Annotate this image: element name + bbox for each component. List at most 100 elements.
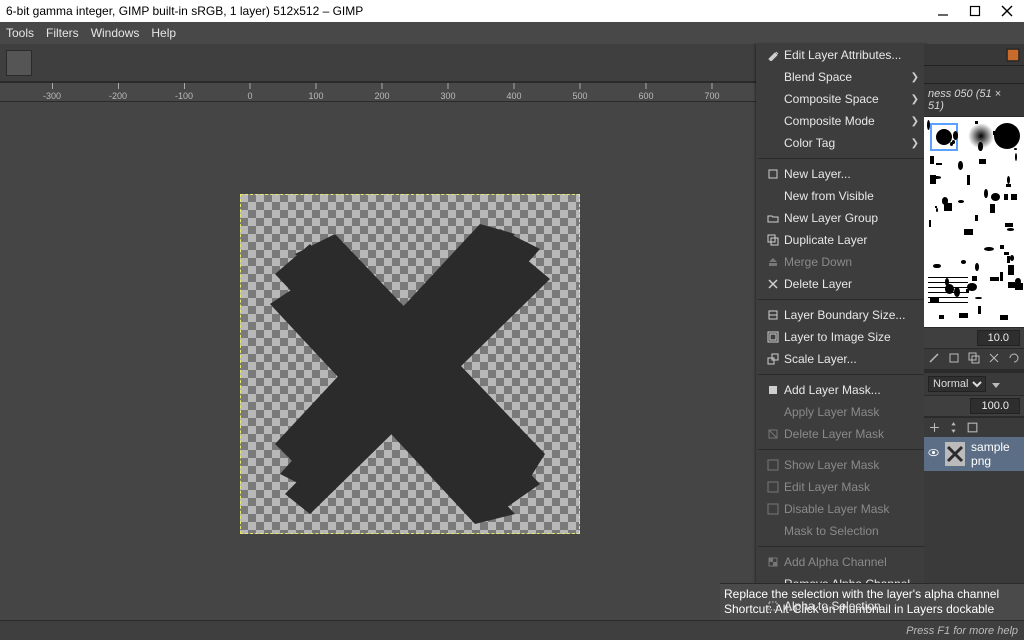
- menu-item-label: Mask to Selection: [782, 524, 919, 538]
- folder-icon: [764, 212, 782, 224]
- menu-item-composite-space[interactable]: Composite Space❯: [756, 88, 927, 110]
- brush-thumb-icon: [1004, 194, 1008, 200]
- menu-item-new-layer-group[interactable]: New Layer Group: [756, 207, 927, 229]
- menu-item-duplicate-layer[interactable]: Duplicate Layer: [756, 229, 927, 251]
- fit-icon: [764, 331, 782, 343]
- brush-palette-aux-icon[interactable]: [1006, 48, 1020, 62]
- menu-item-alpha-to-selection[interactable]: Alpha to Selection: [756, 595, 927, 617]
- layer-context-menu: Edit Layer Attributes...Blend Space❯Comp…: [756, 44, 928, 616]
- layer-blend-mode-select[interactable]: Normal: [928, 376, 986, 392]
- brush-edit-icon[interactable]: [928, 352, 940, 366]
- ruler-tick: 600: [638, 83, 653, 103]
- brush-thumb-icon: [953, 131, 958, 140]
- window-close-button[interactable]: [1000, 4, 1014, 18]
- ruler-tick: 300: [440, 83, 455, 103]
- menu-item-add-layer-mask[interactable]: Add Layer Mask...: [756, 379, 927, 401]
- menu-item-add-alpha-channel: Add Alpha Channel: [756, 551, 927, 573]
- brush-thumb-icon: [936, 208, 938, 212]
- brush-thumb-icon: [1007, 256, 1010, 263]
- menu-item-label: Delete Layer: [782, 277, 919, 291]
- layers-lock-move-icon[interactable]: [947, 421, 960, 434]
- menu-item-layer-to-image-size[interactable]: Layer to Image Size: [756, 326, 927, 348]
- menu-item-edit-layer-mask: Edit Layer Mask: [756, 476, 927, 498]
- ruler-tick: 700: [704, 83, 719, 103]
- document-tab[interactable]: [6, 50, 32, 76]
- menu-item-apply-layer-mask: Apply Layer Mask: [756, 401, 927, 423]
- image-canvas[interactable]: [240, 194, 580, 534]
- brush-new-icon[interactable]: [948, 352, 960, 366]
- window-minimize-button[interactable]: [936, 4, 950, 18]
- pencil-icon: [764, 49, 782, 61]
- resize-icon: [764, 309, 782, 321]
- brush-thumb-icon: [952, 140, 955, 144]
- dup-icon: [764, 234, 782, 246]
- brush-thumb-icon: [984, 247, 994, 251]
- menu-item-scale-layer[interactable]: Scale Layer...: [756, 348, 927, 370]
- window-titlebar: 6-bit gamma integer, GIMP built-in sRGB,…: [0, 0, 1024, 22]
- brush-delete-icon[interactable]: [988, 352, 1000, 366]
- layer-thumbnail[interactable]: [945, 442, 965, 466]
- menu-item-label: Add Layer Mask...: [782, 383, 919, 397]
- brush-thumb-icon: [1000, 245, 1003, 249]
- brush-thumb-icon: [964, 229, 973, 234]
- brush-refresh-icon[interactable]: [1008, 352, 1020, 366]
- layer-opacity-value[interactable]: 100.0: [970, 398, 1020, 414]
- ruler-tick: -100: [175, 83, 193, 103]
- menu-tools[interactable]: Tools: [6, 26, 34, 40]
- menu-item-color-tag[interactable]: Color Tag❯: [756, 132, 927, 154]
- menu-item-label: Merge Down: [782, 255, 919, 269]
- new-icon: [764, 168, 782, 180]
- right-dock: ness 050 (51 × 51) 10.0 Normal 100.0: [924, 44, 1024, 620]
- menu-item-label: Delete Layer Mask: [782, 427, 919, 441]
- menu-item-label: New Layer Group: [782, 211, 919, 225]
- menu-help[interactable]: Help: [151, 26, 176, 40]
- layers-lock-plus-icon[interactable]: [928, 421, 941, 434]
- ruler-tick: 200: [374, 83, 389, 103]
- brush-thumb-icon: [936, 163, 942, 165]
- brush-thumb-icon: [928, 287, 968, 288]
- brush-thumb-icon: [991, 193, 1000, 201]
- menu-item-new-from-visible[interactable]: New from Visible: [756, 185, 927, 207]
- brush-thumb-icon: [975, 215, 977, 222]
- menu-item-layer-boundary-size[interactable]: Layer Boundary Size...: [756, 304, 927, 326]
- brush-thumb-icon: [1000, 315, 1008, 321]
- menu-item-show-layer-mask: Show Layer Mask: [756, 454, 927, 476]
- menu-item-blend-space[interactable]: Blend Space❯: [756, 66, 927, 88]
- menu-separator: [758, 449, 925, 450]
- brush-thumb-icon: [967, 283, 976, 291]
- brush-size-value[interactable]: 10.0: [977, 330, 1020, 346]
- brush-thumb-icon: [928, 277, 968, 278]
- brush-thumb-icon: [990, 277, 999, 281]
- submenu-arrow-icon: ❯: [911, 72, 919, 83]
- alpha-icon: [764, 556, 782, 568]
- menu-filters[interactable]: Filters: [46, 26, 79, 40]
- brushes-grid[interactable]: [924, 117, 1024, 327]
- brush-duplicate-icon[interactable]: [968, 352, 980, 366]
- merge-icon: [764, 256, 782, 268]
- menu-item-mask-to-selection: Mask to Selection: [756, 520, 927, 542]
- brush-thumb-icon: [959, 313, 967, 318]
- layers-lock-alpha-icon[interactable]: [966, 421, 979, 434]
- brush-thumb-icon: [1015, 283, 1022, 290]
- menu-item-new-layer[interactable]: New Layer...: [756, 163, 927, 185]
- brush-thumb-icon: [1008, 282, 1015, 288]
- brush-thumb-icon: [984, 189, 988, 198]
- menu-item-composite-mode[interactable]: Composite Mode❯: [756, 110, 927, 132]
- brush-thumb-icon: [961, 260, 966, 263]
- menu-item-edit-layer-attributes[interactable]: Edit Layer Attributes...: [756, 44, 927, 66]
- layer-row-active[interactable]: sample png: [924, 437, 1024, 471]
- menu-item-label: Add Alpha Channel: [782, 555, 919, 569]
- layer-name-label: sample png: [971, 440, 1020, 468]
- layer-visibility-eye-icon[interactable]: [928, 447, 939, 461]
- menu-windows[interactable]: Windows: [91, 26, 140, 40]
- brush-thumb-icon: [967, 175, 970, 185]
- layer-content-x-brush: [240, 194, 580, 534]
- window-title: 6-bit gamma integer, GIMP built-in sRGB,…: [6, 4, 936, 18]
- menu-item-delete-layer[interactable]: Delete Layer: [756, 273, 927, 295]
- brush-toolbar: [924, 349, 1024, 369]
- ruler-tick: -300: [43, 83, 61, 103]
- window-maximize-button[interactable]: [968, 4, 982, 18]
- brush-thumb-icon: [1004, 252, 1008, 254]
- brush-thumb-icon: [928, 297, 968, 298]
- menu-item-label: Blend Space: [782, 70, 911, 84]
